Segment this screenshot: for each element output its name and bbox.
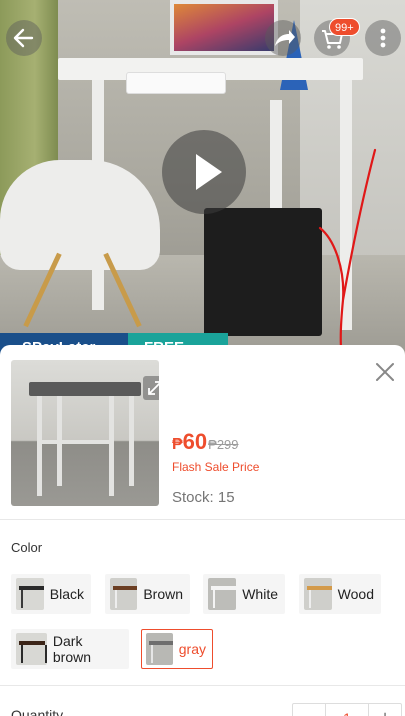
close-icon	[376, 363, 394, 381]
color-section-label: Color	[11, 540, 43, 555]
flash-sale-label: Flash Sale Price	[172, 460, 260, 474]
desk-bar-thumb	[39, 440, 109, 444]
option-label: gray	[178, 641, 206, 657]
price-row: ₱ 60 ₱299	[172, 429, 239, 455]
dark-brown-swatch	[16, 633, 47, 665]
close-sheet-button[interactable]	[372, 359, 398, 385]
color-option-wood[interactable]: Wood	[299, 574, 381, 614]
white-swatch	[208, 578, 237, 610]
back-arrow-icon	[13, 28, 34, 48]
black-swatch	[16, 578, 44, 610]
option-label: Dark brown	[52, 633, 92, 665]
divider	[0, 519, 405, 520]
gray-swatch	[146, 633, 173, 665]
more-button[interactable]	[365, 20, 401, 56]
share-icon	[275, 30, 295, 46]
color-option-gray[interactable]: gray	[141, 629, 213, 669]
expand-icon	[148, 381, 159, 395]
play-video-button[interactable]	[162, 130, 246, 214]
desk-top-thumb	[29, 382, 141, 396]
cart-count-badge: 99+	[329, 18, 360, 36]
stock-count: Stock: 15	[172, 489, 235, 506]
option-label: Brown	[143, 586, 183, 602]
expand-image-button[interactable]	[143, 376, 159, 400]
desk-leg-thumb	[129, 396, 134, 486]
color-option-white[interactable]: White	[203, 574, 285, 614]
option-label: Black	[49, 586, 84, 602]
option-label: Wood	[337, 586, 374, 602]
desk-leg-thumb	[109, 396, 114, 496]
decrease-quantity-button[interactable]: −	[293, 704, 325, 716]
variant-selection-sheet: ₱ 60 ₱299 Flash Sale Price Stock: 15 Col…	[0, 345, 405, 716]
divider	[0, 685, 405, 686]
quantity-stepper: − 1 +	[292, 703, 402, 716]
brown-swatch	[110, 578, 138, 610]
color-option-black[interactable]: Black	[11, 574, 91, 614]
selected-variant-image[interactable]	[11, 360, 159, 506]
original-price: ₱299	[208, 437, 239, 452]
color-option-brown[interactable]: Brown	[105, 574, 190, 614]
price-currency: ₱	[172, 436, 183, 453]
sale-price: 60	[182, 429, 208, 454]
desk-leg-thumb	[37, 396, 42, 496]
share-button[interactable]	[265, 20, 301, 56]
play-icon	[196, 154, 222, 190]
more-icon	[380, 28, 386, 48]
color-option-dark-brown[interactable]: Dark brown	[11, 629, 129, 669]
increase-quantity-button[interactable]: +	[369, 704, 401, 716]
wood-swatch	[304, 578, 332, 610]
option-label: White	[242, 586, 278, 602]
quantity-label: Quantity	[11, 707, 64, 716]
quantity-input[interactable]: 1	[325, 704, 369, 716]
back-button[interactable]	[6, 20, 42, 56]
